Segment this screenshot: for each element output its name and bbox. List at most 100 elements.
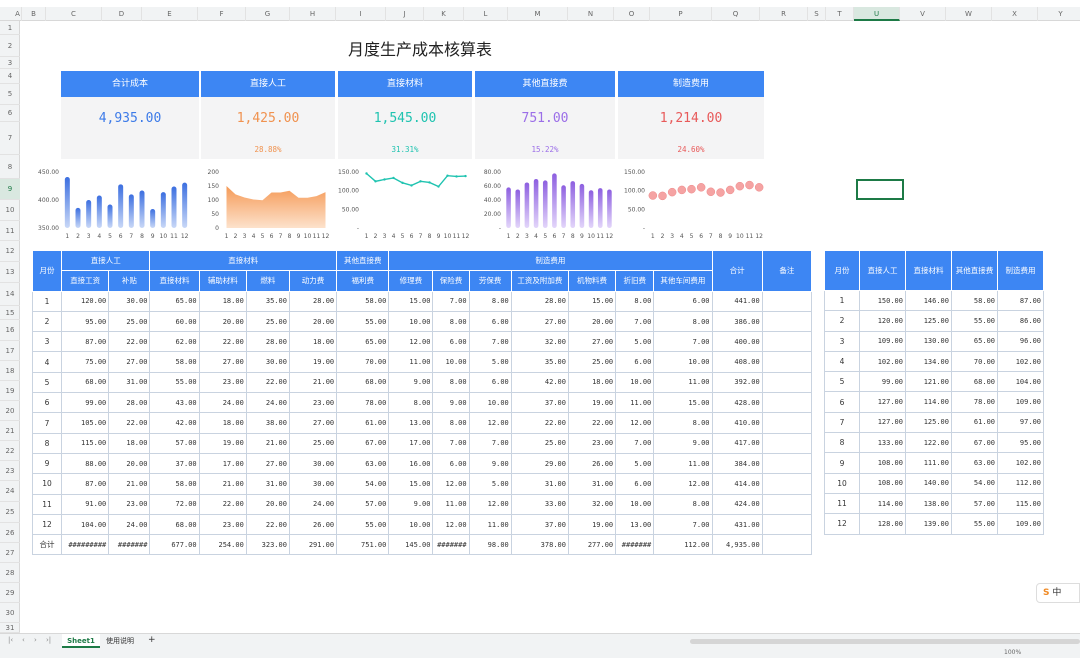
- table-cell[interactable]: 31.00: [567, 473, 617, 495]
- table-cell[interactable]: 75.00: [61, 351, 110, 373]
- column-header[interactable]: N: [568, 7, 614, 21]
- table-cell[interactable]: 125.00: [905, 310, 952, 332]
- table-cell[interactable]: 6.00: [468, 371, 512, 394]
- table-cell[interactable]: 6.00: [615, 473, 655, 495]
- row-header[interactable]: 10: [0, 200, 20, 221]
- table-cell[interactable]: [761, 331, 813, 353]
- table-cell[interactable]: 22.00: [510, 412, 569, 434]
- table-cell[interactable]: 22.00: [245, 513, 290, 536]
- table-cell[interactable]: 1: [824, 289, 860, 312]
- table-cell[interactable]: 5.00: [615, 331, 655, 353]
- column-header[interactable]: S: [808, 7, 826, 21]
- table-cell[interactable]: 7.00: [615, 310, 655, 333]
- table-cell[interactable]: 134.00: [905, 350, 952, 373]
- table-cell[interactable]: #########: [61, 534, 110, 556]
- table-cell[interactable]: 12.00: [615, 412, 655, 434]
- column-header[interactable]: T: [826, 7, 854, 21]
- table-cell[interactable]: 386.00: [711, 310, 763, 333]
- table-cell[interactable]: 58.00: [336, 290, 390, 312]
- table-cell[interactable]: 4: [31, 351, 63, 373]
- table-cell[interactable]: 21.00: [198, 473, 247, 495]
- column-header[interactable]: Y: [1038, 7, 1080, 21]
- table-cell[interactable]: 31.00: [108, 371, 151, 394]
- table-cell[interactable]: 11.00: [468, 513, 512, 536]
- table-cell[interactable]: #######: [615, 534, 655, 556]
- table-cell[interactable]: 27.00: [108, 351, 151, 373]
- table-cell[interactable]: 11: [824, 492, 860, 515]
- table-cell[interactable]: 102.00: [997, 350, 1044, 373]
- table-cell[interactable]: 7: [31, 412, 63, 434]
- table-cell[interactable]: 139.00: [905, 513, 952, 535]
- table-cell[interactable]: 55.00: [336, 310, 390, 333]
- table-cell[interactable]: 145.00: [388, 534, 434, 556]
- table-cell[interactable]: 18.00: [198, 290, 247, 312]
- table-cell[interactable]: 25.00: [108, 310, 151, 333]
- table-cell[interactable]: 22.00: [108, 331, 151, 353]
- table-cell[interactable]: 19.00: [567, 392, 617, 414]
- table-cell[interactable]: 22.00: [198, 493, 247, 515]
- table-cell[interactable]: 12: [31, 513, 63, 536]
- table-cell[interactable]: 30.00: [288, 473, 338, 495]
- table-cell[interactable]: 7.00: [653, 331, 713, 353]
- table-cell[interactable]: 384.00: [711, 452, 763, 475]
- table-cell[interactable]: 24.00: [198, 392, 247, 414]
- table-cell[interactable]: 11.00: [653, 371, 713, 394]
- table-cell[interactable]: 9.00: [432, 392, 470, 414]
- table-cell[interactable]: 8: [824, 432, 860, 454]
- table-cell[interactable]: 146.00: [905, 289, 952, 312]
- table-cell[interactable]: 109.00: [859, 330, 906, 352]
- table-cell[interactable]: 7.00: [468, 432, 512, 454]
- table-cell[interactable]: 378.00: [510, 534, 569, 556]
- table-cell[interactable]: 6.00: [468, 310, 512, 333]
- table-cell[interactable]: 291.00: [288, 534, 338, 556]
- table-cell[interactable]: 6: [31, 392, 63, 414]
- table-cell[interactable]: 67.00: [951, 432, 998, 454]
- table-cell[interactable]: 30.00: [245, 351, 290, 373]
- table-cell[interactable]: 10.00: [468, 392, 512, 414]
- table-cell[interactable]: 68.00: [336, 371, 390, 394]
- column-header[interactable]: K: [424, 7, 464, 21]
- table-cell[interactable]: [761, 290, 813, 312]
- table-cell[interactable]: 37.00: [149, 452, 200, 475]
- table-cell[interactable]: 27.00: [198, 351, 247, 373]
- row-header[interactable]: 9: [0, 179, 20, 200]
- table-cell[interactable]: 10.00: [432, 351, 470, 373]
- table-cell[interactable]: 28.00: [288, 290, 338, 312]
- table-cell[interactable]: 10.00: [615, 371, 655, 394]
- table-cell[interactable]: 37.00: [510, 392, 569, 414]
- table-cell[interactable]: 27.00: [567, 331, 617, 353]
- table-cell[interactable]: 12: [824, 513, 860, 535]
- table-cell[interactable]: 87.00: [997, 289, 1044, 312]
- table-cell[interactable]: 6.00: [432, 331, 470, 353]
- table-cell[interactable]: 5: [31, 371, 63, 394]
- table-cell[interactable]: 58.00: [149, 473, 200, 495]
- table-cell[interactable]: 63.00: [951, 452, 998, 474]
- table-cell[interactable]: 150.00: [859, 289, 906, 312]
- table-cell[interactable]: 254.00: [198, 534, 247, 556]
- table-cell[interactable]: 33.00: [510, 493, 569, 515]
- table-cell[interactable]: 32.00: [567, 493, 617, 515]
- row-header[interactable]: 25: [0, 502, 20, 523]
- table-cell[interactable]: 10.00: [388, 310, 434, 333]
- table-cell[interactable]: 5.00: [468, 473, 512, 495]
- table-cell[interactable]: 78.00: [951, 391, 998, 413]
- table-cell[interactable]: [761, 432, 813, 454]
- table-cell[interactable]: 128.00: [859, 513, 906, 535]
- table-cell[interactable]: 15.00: [567, 290, 617, 312]
- column-header[interactable]: V: [900, 7, 946, 21]
- table-cell[interactable]: 114.00: [859, 492, 906, 515]
- table-cell[interactable]: 合计: [31, 534, 63, 556]
- table-cell[interactable]: 6: [824, 391, 860, 413]
- table-cell[interactable]: 7.00: [653, 513, 713, 536]
- table-cell[interactable]: 62.00: [149, 331, 200, 353]
- column-header[interactable]: H: [290, 7, 336, 21]
- table-cell[interactable]: 72.00: [149, 493, 200, 515]
- table-cell[interactable]: 130.00: [905, 330, 952, 352]
- table-cell[interactable]: 15.00: [388, 473, 434, 495]
- table-cell[interactable]: 19.00: [198, 432, 247, 454]
- table-cell[interactable]: 417.00: [711, 432, 763, 454]
- table-cell[interactable]: 97.00: [997, 411, 1044, 434]
- table-cell[interactable]: 10: [824, 472, 860, 494]
- table-cell[interactable]: 12.00: [432, 513, 470, 536]
- row-header[interactable]: 14: [0, 283, 20, 306]
